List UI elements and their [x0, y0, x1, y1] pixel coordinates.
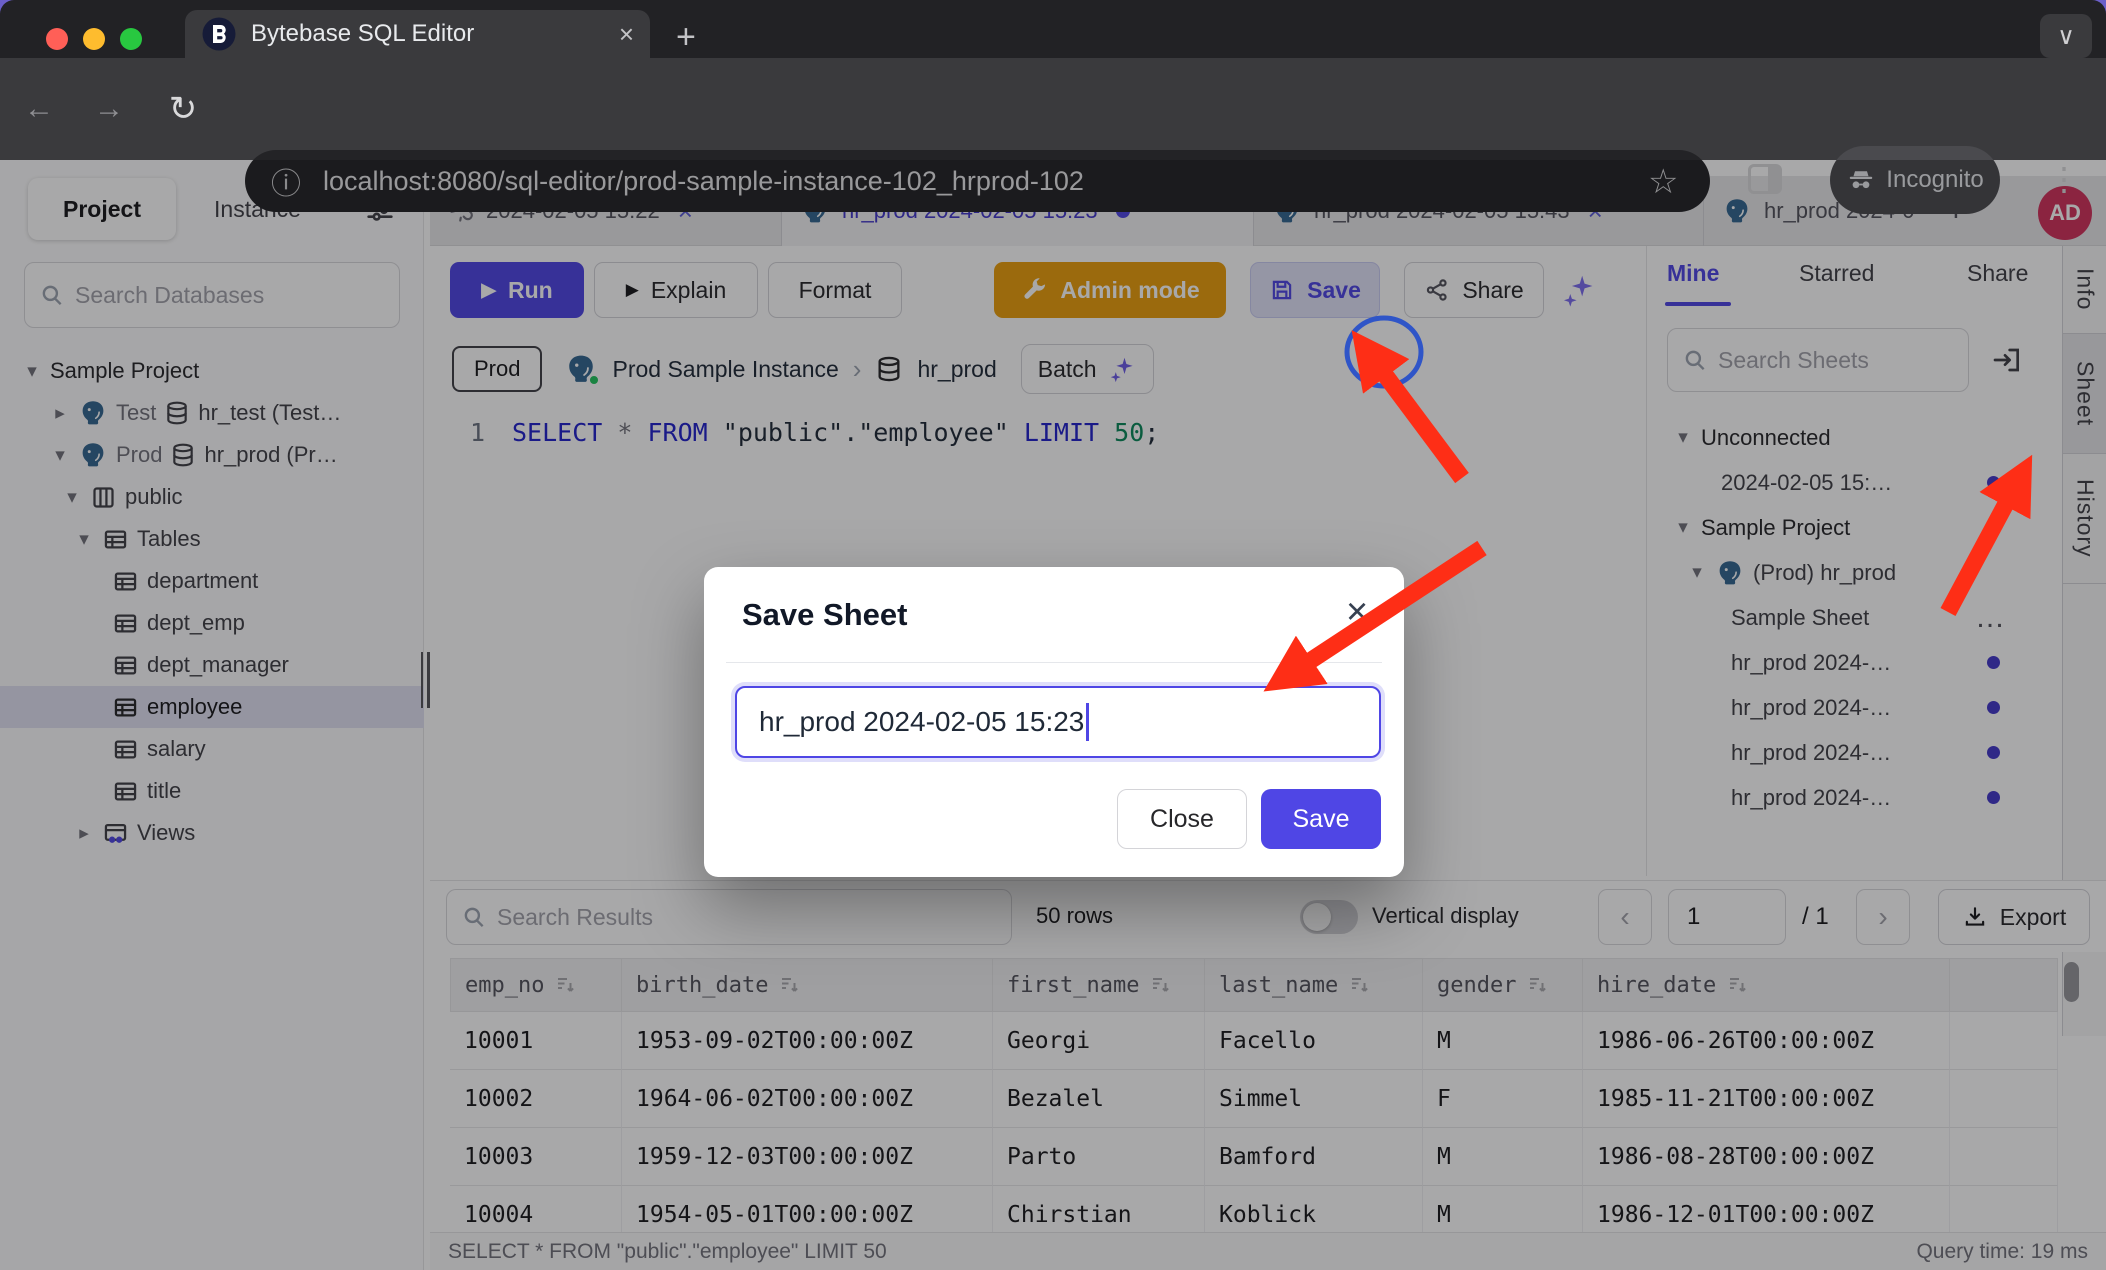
tab-search-chevron-icon[interactable]: ∨ [2040, 14, 2092, 58]
modal-save-button[interactable]: Save [1261, 789, 1381, 849]
sheet-name-input[interactable]: hr_prod 2024-02-05 15:23 [735, 686, 1381, 758]
modal-divider [726, 662, 1382, 663]
reload-icon[interactable]: ↻ [158, 89, 208, 129]
bytebase-favicon [201, 16, 237, 52]
back-icon[interactable]: ← [14, 92, 64, 126]
modal-title: Save Sheet [742, 597, 907, 633]
browser-chrome: Bytebase SQL Editor × + ∨ ← → ↻ ⓘ localh… [0, 0, 2106, 160]
window-close-button[interactable] [46, 28, 68, 50]
forward-icon[interactable]: → [84, 92, 134, 126]
window-zoom-button[interactable] [120, 28, 142, 50]
browser-tab-title: Bytebase SQL Editor [251, 20, 619, 48]
new-tab-button[interactable]: + [676, 18, 696, 57]
sheet-name-value: hr_prod 2024-02-05 15:23 [759, 706, 1084, 738]
text-cursor [1086, 703, 1089, 741]
modal-close-icon[interactable]: × [1346, 591, 1368, 634]
window-minimize-button[interactable] [83, 28, 105, 50]
modal-close-button[interactable]: Close [1117, 789, 1247, 849]
tab-close-icon[interactable]: × [619, 19, 634, 50]
browser-window: Bytebase SQL Editor × + ∨ ← → ↻ ⓘ localh… [0, 0, 2106, 1270]
browser-tab[interactable]: Bytebase SQL Editor × [185, 10, 650, 58]
save-sheet-modal: Save Sheet × hr_prod 2024-02-05 15:23 Cl… [704, 567, 1404, 877]
address-toolbar: ← → ↻ ⓘ localhost:8080/sql-editor/prod-s… [0, 58, 2106, 160]
